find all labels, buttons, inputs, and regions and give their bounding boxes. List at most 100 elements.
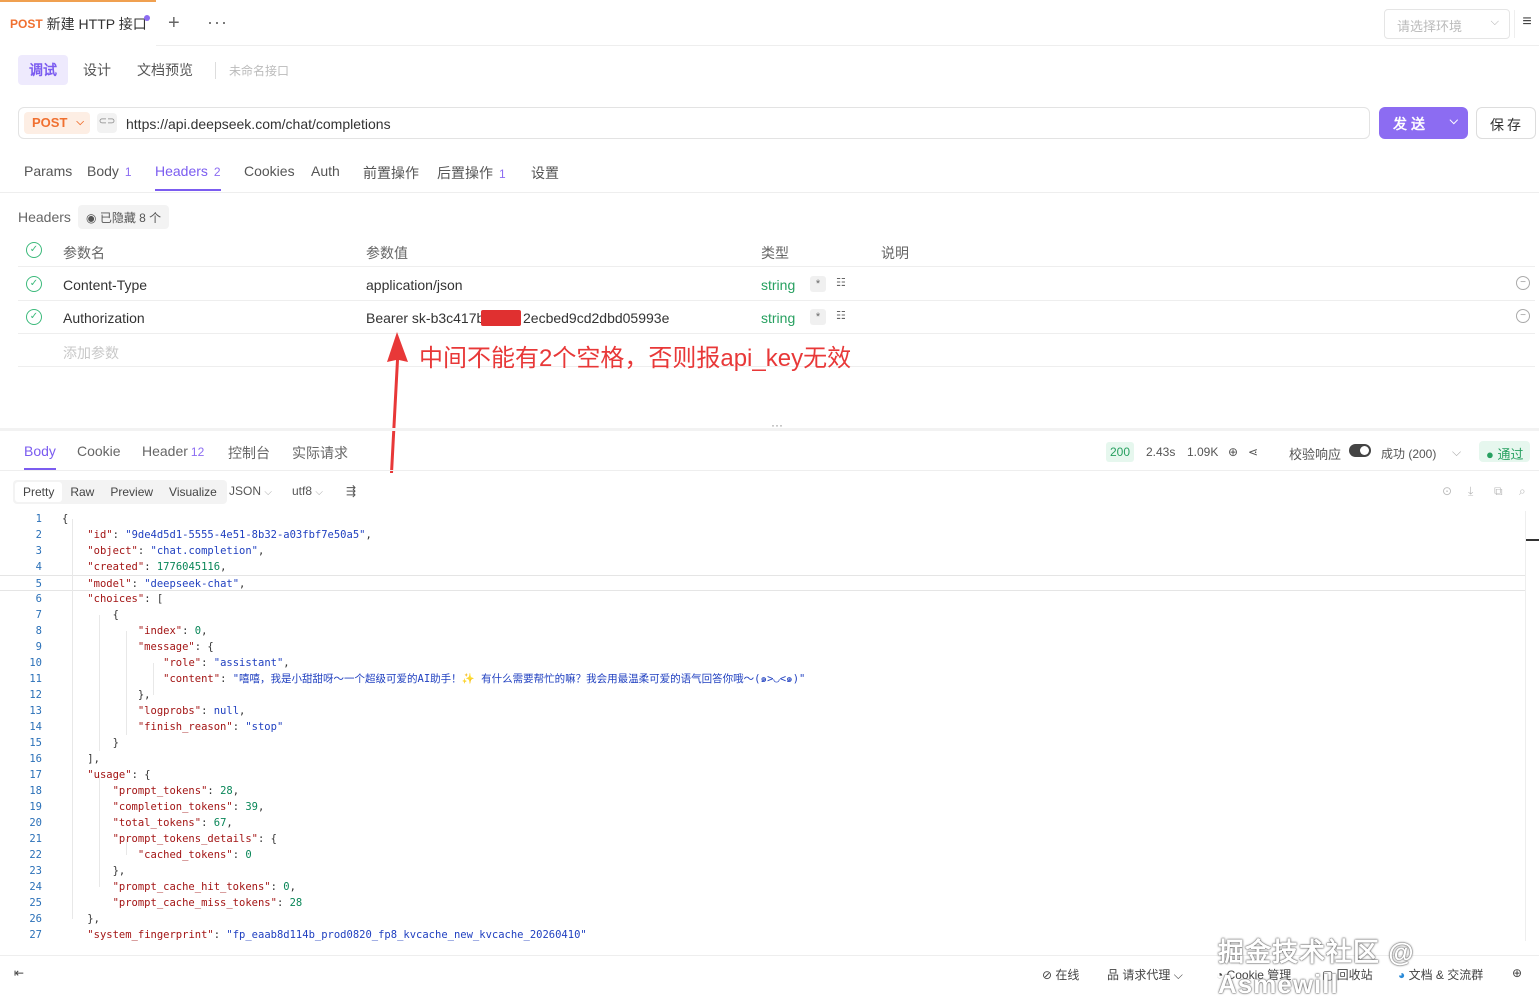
code-text: "system_fingerprint": "fp_eaab8d114b_pro…: [87, 929, 587, 941]
api-tab[interactable]: POST 新建 HTTP 接口: [0, 0, 156, 46]
environment-select[interactable]: 请选择环境 ⌵: [1384, 9, 1510, 39]
param-value[interactable]: application/json: [366, 277, 463, 293]
tab-response-header[interactable]: Header 12: [142, 443, 204, 468]
tab-count: 1: [499, 167, 506, 181]
search-icon[interactable]: ⌕: [1519, 484, 1526, 499]
tab-design[interactable]: 设计: [72, 55, 122, 85]
code-line: 4 "created": 1776045116,: [0, 559, 1525, 575]
tab-doc-preview[interactable]: 文档预览: [126, 55, 204, 85]
code-text: "logprobs": null,: [137, 705, 246, 717]
wrap-lines-icon[interactable]: ⇶: [346, 484, 356, 498]
code-text: "completion_tokens": 39,: [112, 801, 265, 813]
tab-label: Body: [24, 443, 56, 459]
code-line: 8 "index": 0,: [0, 623, 1525, 639]
remove-row-icon[interactable]: −: [1516, 276, 1530, 290]
send-button[interactable]: 发送 ⌵: [1379, 107, 1468, 139]
tab-settings[interactable]: 设置: [531, 163, 559, 193]
line-number: 27: [29, 929, 42, 941]
language-select[interactable]: JSON ⌵: [229, 484, 272, 498]
tab-debug[interactable]: 调试: [18, 55, 68, 85]
param-name[interactable]: Authorization: [63, 310, 145, 326]
param-name[interactable]: Content-Type: [63, 277, 147, 293]
tab-label: Cookie: [77, 443, 121, 459]
online-label: 在线: [1055, 968, 1080, 982]
tab-headers[interactable]: Headers 2: [155, 163, 221, 191]
api-name-placeholder[interactable]: 未命名接口: [215, 62, 289, 79]
tab-label: Header: [142, 443, 188, 459]
more-icon[interactable]: ···: [207, 12, 228, 33]
format-pretty[interactable]: Pretty: [15, 482, 63, 502]
upload-icon[interactable]: ⊙: [1442, 484, 1452, 498]
param-value-tail: 2ecbed9cd2dbd05993e: [523, 310, 670, 326]
editor-scrollbar[interactable]: [1525, 511, 1539, 941]
resize-handle-icon[interactable]: ···: [771, 418, 783, 432]
code-line: 13 "logprobs": null,: [0, 703, 1525, 719]
tab-console[interactable]: 控制台: [228, 443, 270, 472]
response-time: 2.43s: [1146, 445, 1176, 459]
language-label: JSON: [229, 484, 262, 498]
hidden-headers-toggle[interactable]: ◉ 已隐藏 8 个: [78, 205, 170, 229]
menu-icon[interactable]: ≡: [1514, 10, 1539, 38]
tab-response-cookie[interactable]: Cookie: [77, 443, 121, 468]
code-line: 12 },: [0, 687, 1525, 703]
settings-icon[interactable]: ☷: [836, 309, 846, 322]
save-button[interactable]: 保存: [1476, 107, 1536, 139]
line-number: 13: [29, 705, 42, 717]
share-icon[interactable]: ⋖: [1248, 445, 1258, 459]
tab-body[interactable]: Body 1: [87, 163, 132, 189]
tab-cookies[interactable]: Cookies: [244, 163, 295, 189]
pass-label: 通过: [1497, 447, 1524, 462]
result-select[interactable]: 成功 (200): [1381, 445, 1436, 462]
tab-auth[interactable]: Auth: [311, 163, 340, 189]
column-header: 参数名: [63, 245, 105, 261]
download-icon[interactable]: ⤓: [1468, 484, 1473, 499]
format-visualize[interactable]: Visualize: [161, 482, 225, 502]
collapse-sidebar-icon[interactable]: ⇤: [14, 966, 24, 980]
encoding-select[interactable]: utf8 ⌵: [292, 484, 323, 498]
response-body-editor[interactable]: 1{2 "id": "9de4d5d1-5555-4e51-8b32-a03fb…: [0, 511, 1525, 941]
param-type[interactable]: string: [761, 277, 795, 293]
validate-toggle[interactable]: [1349, 444, 1371, 457]
top-tab-bar: POST 新建 HTTP 接口 + ··· 请选择环境 ⌵ ≡: [0, 0, 1539, 46]
watermark: 掘金技术社区 @ Asmewill: [1218, 937, 1415, 999]
code-line: 7 {: [0, 607, 1525, 623]
chevron-down-icon[interactable]: ⌵: [1452, 445, 1461, 460]
format-preview[interactable]: Preview: [102, 482, 161, 502]
code-text: "role": "assistant",: [163, 657, 290, 669]
pane-divider[interactable]: [0, 428, 1539, 431]
code-line: 24 "prompt_cache_hit_tokens": 0,: [0, 879, 1525, 895]
required-icon[interactable]: *: [810, 309, 826, 325]
line-number: 15: [29, 737, 42, 749]
chevron-down-icon[interactable]: ⌵: [1450, 115, 1458, 128]
settings-icon[interactable]: ☷: [836, 276, 846, 289]
url-input[interactable]: https://api.deepseek.com/chat/completion…: [126, 116, 391, 132]
method-select[interactable]: POST ⌵: [24, 112, 90, 134]
status-badge: 200: [1106, 442, 1135, 462]
required-icon[interactable]: *: [810, 276, 826, 292]
row-checkbox[interactable]: ✓: [26, 276, 42, 292]
line-number: 10: [29, 657, 42, 669]
tab-pre-ops[interactable]: 前置操作: [363, 163, 419, 193]
annotation-text: 中间不能有2个空格，否则报api_key无效: [419, 345, 852, 372]
proxy-menu[interactable]: 品 请求代理 ⌵: [1107, 966, 1183, 983]
add-tab-icon[interactable]: +: [168, 12, 180, 35]
tab-response-body[interactable]: Body: [24, 443, 56, 470]
tab-params[interactable]: Params: [24, 163, 72, 189]
line-number: 21: [29, 833, 42, 845]
param-value[interactable]: Bearer sk-b3c417b4: [366, 310, 492, 326]
online-status[interactable]: ⊘ 在线: [1042, 966, 1079, 983]
copy-icon[interactable]: ⧉: [1494, 484, 1503, 499]
row-checkbox[interactable]: ✓: [26, 309, 42, 325]
tab-actual-request[interactable]: 实际请求: [292, 443, 348, 472]
line-number: 4: [35, 561, 42, 573]
remove-row-icon[interactable]: −: [1516, 309, 1530, 323]
line-number: 20: [29, 817, 42, 829]
param-type[interactable]: string: [761, 310, 795, 326]
line-number: 12: [29, 689, 42, 701]
format-raw[interactable]: Raw: [62, 482, 102, 502]
link-icon[interactable]: ⊂⊃: [97, 113, 117, 133]
select-all-checkbox[interactable]: ✓: [26, 242, 42, 258]
add-param-input[interactable]: 添加参数: [63, 343, 119, 363]
tab-post-ops[interactable]: 后置操作 1: [437, 163, 506, 193]
globe-icon[interactable]: ⊕: [1228, 445, 1238, 459]
